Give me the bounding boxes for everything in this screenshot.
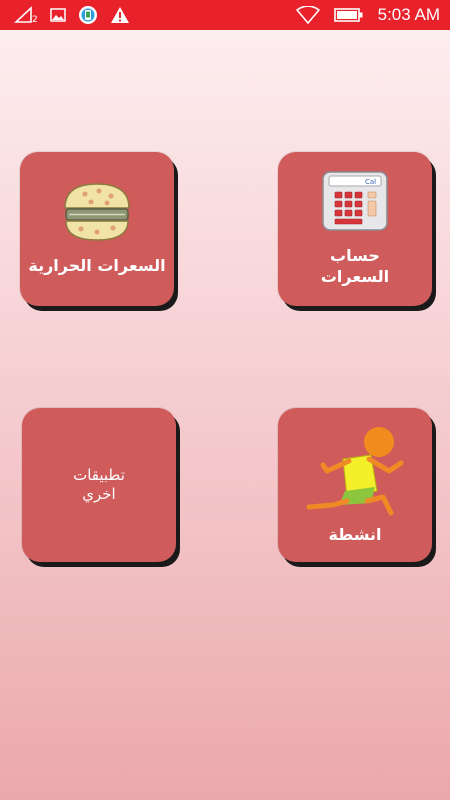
- calculator-icon: Cal: [321, 170, 389, 236]
- sim-number: 2: [32, 15, 38, 25]
- wifi-icon: [295, 6, 320, 24]
- calorie-calculator-tile[interactable]: Cal حساب السعرات: [278, 152, 432, 306]
- calorie-calculator-tile-label: حساب السعرات: [320, 246, 390, 286]
- activities-tile-label: انشطة: [328, 524, 382, 544]
- other-apps-tile[interactable]: تطبيقات اخري: [22, 408, 176, 562]
- burger-icon: [61, 182, 133, 248]
- calories-tile-label: السعرات الحرارية: [28, 255, 166, 275]
- app-notification-icon: [78, 5, 98, 25]
- calc-screen-text: Cal: [365, 178, 376, 186]
- warning-icon: [110, 6, 130, 24]
- image-icon: [49, 8, 66, 22]
- status-bar: 2 5:03 AM: [0, 0, 450, 30]
- activities-tile[interactable]: انشطة: [278, 408, 432, 562]
- running-man-icon: [303, 425, 407, 521]
- battery-icon: [333, 7, 364, 23]
- calories-tile[interactable]: السعرات الحرارية: [20, 152, 174, 306]
- clock: 5:03 AM: [377, 5, 440, 24]
- other-apps-tile-label: تطبيقات اخري: [73, 465, 125, 504]
- no-signal-icon: 2: [14, 5, 38, 25]
